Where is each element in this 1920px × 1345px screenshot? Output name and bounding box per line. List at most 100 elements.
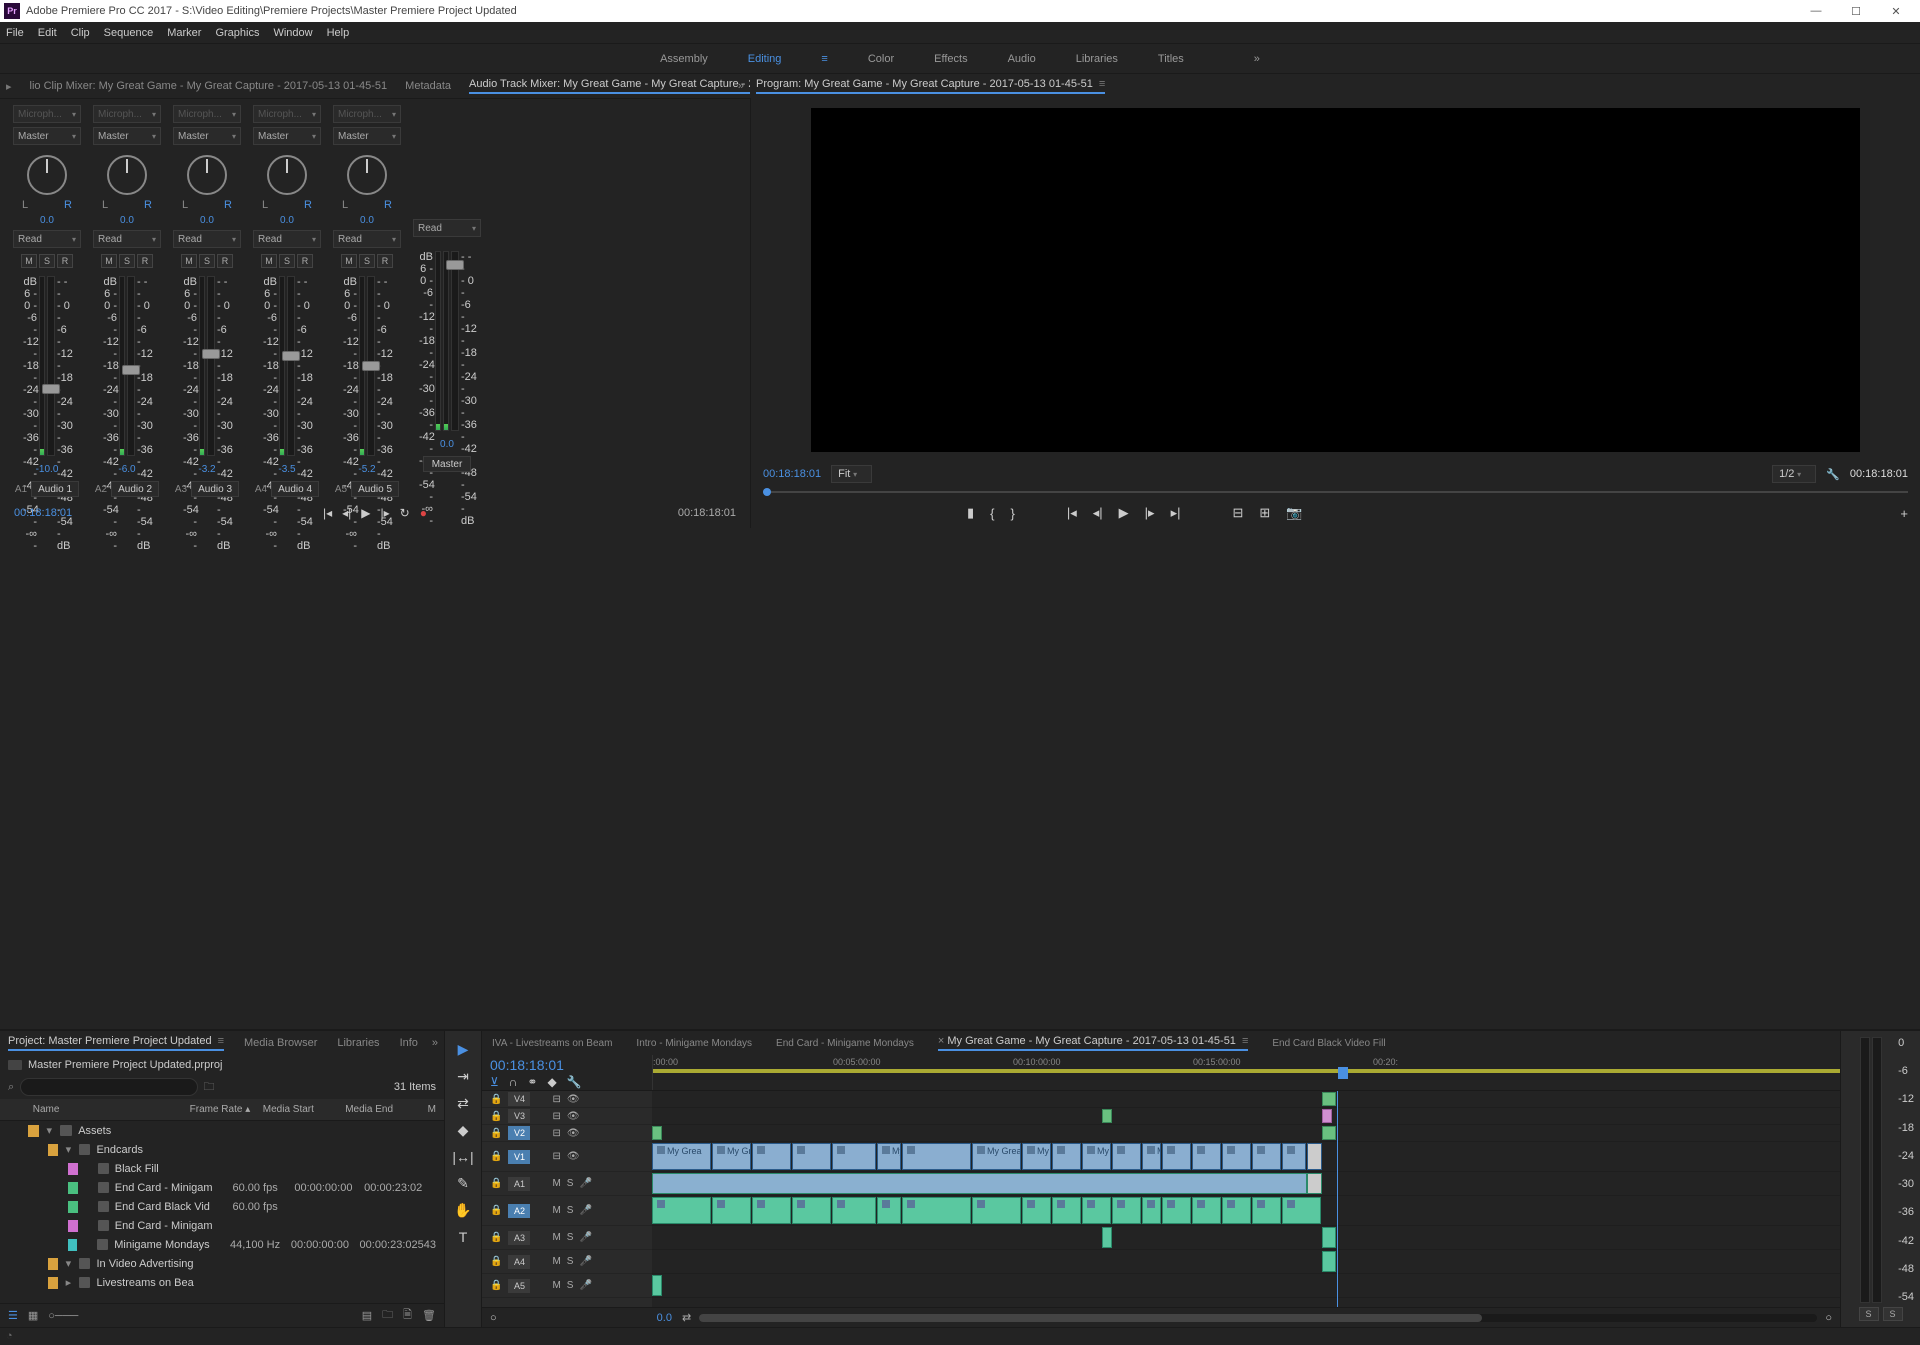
fader[interactable] (207, 276, 215, 456)
label-swatch[interactable] (48, 1277, 58, 1289)
input-dropdown[interactable]: Microph... (253, 105, 321, 123)
s-button[interactable]: S (359, 254, 375, 268)
hand-tool-icon[interactable]: ✋ (454, 1202, 471, 1219)
tab-project[interactable]: Project: Master Premiere Project Updated… (8, 1035, 224, 1051)
audio-clip[interactable] (1192, 1197, 1221, 1224)
export-frame-icon[interactable]: 📷 (1286, 505, 1302, 521)
clip[interactable] (1222, 1143, 1251, 1170)
audio-clip[interactable] (1102, 1227, 1112, 1248)
list-item[interactable]: End Card - Minigam (0, 1216, 444, 1235)
clip[interactable]: My (1142, 1143, 1161, 1170)
clip[interactable] (1252, 1143, 1281, 1170)
program-playhead[interactable] (763, 488, 771, 496)
panel-menu-icon[interactable]: ≡ (218, 1035, 224, 1047)
tab-info[interactable]: Info (400, 1037, 418, 1049)
track-target[interactable]: A3 (508, 1231, 530, 1245)
toggle-output-icon[interactable]: ⊟ (552, 1151, 560, 1162)
output-dropdown[interactable]: Master (253, 127, 321, 145)
output-dropdown[interactable]: Master (333, 127, 401, 145)
col-framerate[interactable]: Frame Rate ▴ (190, 1104, 255, 1115)
input-dropdown[interactable]: Microph... (13, 105, 81, 123)
play-icon[interactable]: ▶ (1119, 505, 1129, 521)
menu-sequence[interactable]: Sequence (104, 27, 154, 39)
extract-icon[interactable]: ⊞ (1259, 505, 1270, 521)
timeline-scrollbar[interactable] (699, 1314, 1817, 1322)
tab-clip-mixer[interactable]: lio Clip Mixer: My Great Game - My Great… (30, 80, 388, 92)
expand-icon[interactable]: ▸ (64, 1276, 72, 1289)
project-list[interactable]: ▾ Assets ▾ Endcards Black Fill End Card … (0, 1121, 444, 1303)
fader[interactable] (47, 276, 55, 456)
zoom-value[interactable]: 0.0 (657, 1312, 672, 1324)
mute-button[interactable]: M (552, 1178, 560, 1189)
fit-dropdown[interactable]: Fit (831, 465, 872, 483)
list-item[interactable]: ▾ Endcards (0, 1140, 444, 1159)
track-target[interactable]: A5 (508, 1279, 530, 1293)
pan-knob[interactable] (267, 155, 307, 195)
selection-tool-icon[interactable]: ▶ (458, 1041, 469, 1058)
tab-metadata[interactable]: Metadata (405, 80, 451, 92)
label-swatch[interactable] (68, 1220, 78, 1232)
col-media-end[interactable]: Media End (345, 1104, 419, 1115)
search-input[interactable] (20, 1078, 197, 1096)
clip[interactable] (1162, 1143, 1191, 1170)
play-icon[interactable]: ▶ (361, 506, 370, 520)
clip[interactable]: My (1082, 1143, 1111, 1170)
panel-menu-icon[interactable]: ≡ (1242, 1035, 1248, 1047)
solo-left[interactable]: S (1859, 1307, 1879, 1321)
slip-tool-icon[interactable]: |↔| (452, 1149, 473, 1165)
expand-icon[interactable]: ▾ (64, 1257, 72, 1270)
trash-icon[interactable]: 🗑 (422, 1309, 436, 1322)
s-button[interactable]: S (279, 254, 295, 268)
go-to-in-icon[interactable]: |◂ (323, 506, 332, 520)
audio-clip[interactable] (1082, 1197, 1111, 1224)
list-item[interactable]: ▾ Assets (0, 1121, 444, 1140)
clip[interactable] (652, 1126, 662, 1140)
output-dropdown[interactable]: Master (93, 127, 161, 145)
track-target[interactable]: A1 (508, 1177, 530, 1191)
bracket-in-icon[interactable]: { (990, 506, 994, 521)
automation-dropdown[interactable]: Read (13, 230, 81, 248)
eye-icon[interactable]: 👁 (567, 1151, 580, 1162)
clip[interactable] (1322, 1109, 1332, 1123)
sort-icon[interactable]: ▤ (362, 1309, 372, 1322)
workspace-editing[interactable]: Editing (748, 53, 782, 65)
scroll-left-icon[interactable]: ○ (490, 1312, 497, 1324)
lock-icon[interactable]: 🔒 (490, 1111, 502, 1122)
audio-clip[interactable] (1222, 1197, 1251, 1224)
fader[interactable] (287, 276, 295, 456)
program-tc-left[interactable]: 00:18:18:01 (763, 468, 821, 480)
m-button[interactable]: M (21, 254, 37, 268)
resolution-dropdown[interactable]: 1/2 (1772, 465, 1816, 483)
clip[interactable]: My Great Game (972, 1143, 1021, 1170)
list-item[interactable]: End Card - Minigam 60.00 fps 00:00:00:00… (0, 1178, 444, 1197)
menu-graphics[interactable]: Graphics (215, 27, 259, 39)
audio-clip[interactable] (1322, 1227, 1336, 1248)
audio-clip[interactable] (752, 1197, 791, 1224)
clip[interactable] (1192, 1143, 1221, 1170)
channel-name[interactable]: Audio 5 (351, 481, 399, 497)
automation-dropdown[interactable]: Read (413, 219, 481, 237)
lock-icon[interactable]: 🔒 (490, 1205, 502, 1216)
menu-file[interactable]: File (6, 27, 24, 39)
clip[interactable] (1102, 1109, 1112, 1123)
bracket-out-icon[interactable]: } (1011, 506, 1015, 521)
s-button[interactable]: S (199, 254, 215, 268)
track-target[interactable]: V1 (508, 1150, 530, 1164)
channel-name[interactable]: Audio 2 (111, 481, 159, 497)
lock-icon[interactable]: 🔒 (490, 1151, 502, 1162)
list-item[interactable]: End Card Black Vid 60.00 fps (0, 1197, 444, 1216)
sequence-tab-active[interactable]: × My Great Game - My Great Capture - 201… (938, 1035, 1248, 1051)
audio-clip[interactable] (1022, 1197, 1051, 1224)
eye-icon[interactable]: 👁 (567, 1094, 580, 1105)
fader[interactable] (367, 276, 375, 456)
audio-clip[interactable] (1282, 1197, 1321, 1224)
clip[interactable] (1322, 1092, 1336, 1106)
audio-clip[interactable] (1252, 1197, 1281, 1224)
toggle-output-icon[interactable]: ⊟ (552, 1094, 560, 1105)
mute-button[interactable]: M (552, 1280, 560, 1291)
panel-overflow-icon[interactable]: » (432, 1037, 438, 1049)
ripple-icon[interactable]: ⇄ (682, 1311, 691, 1324)
list-view-icon[interactable]: ☰ (8, 1309, 18, 1322)
audio-clip[interactable] (1322, 1251, 1336, 1272)
label-swatch[interactable] (68, 1163, 78, 1175)
